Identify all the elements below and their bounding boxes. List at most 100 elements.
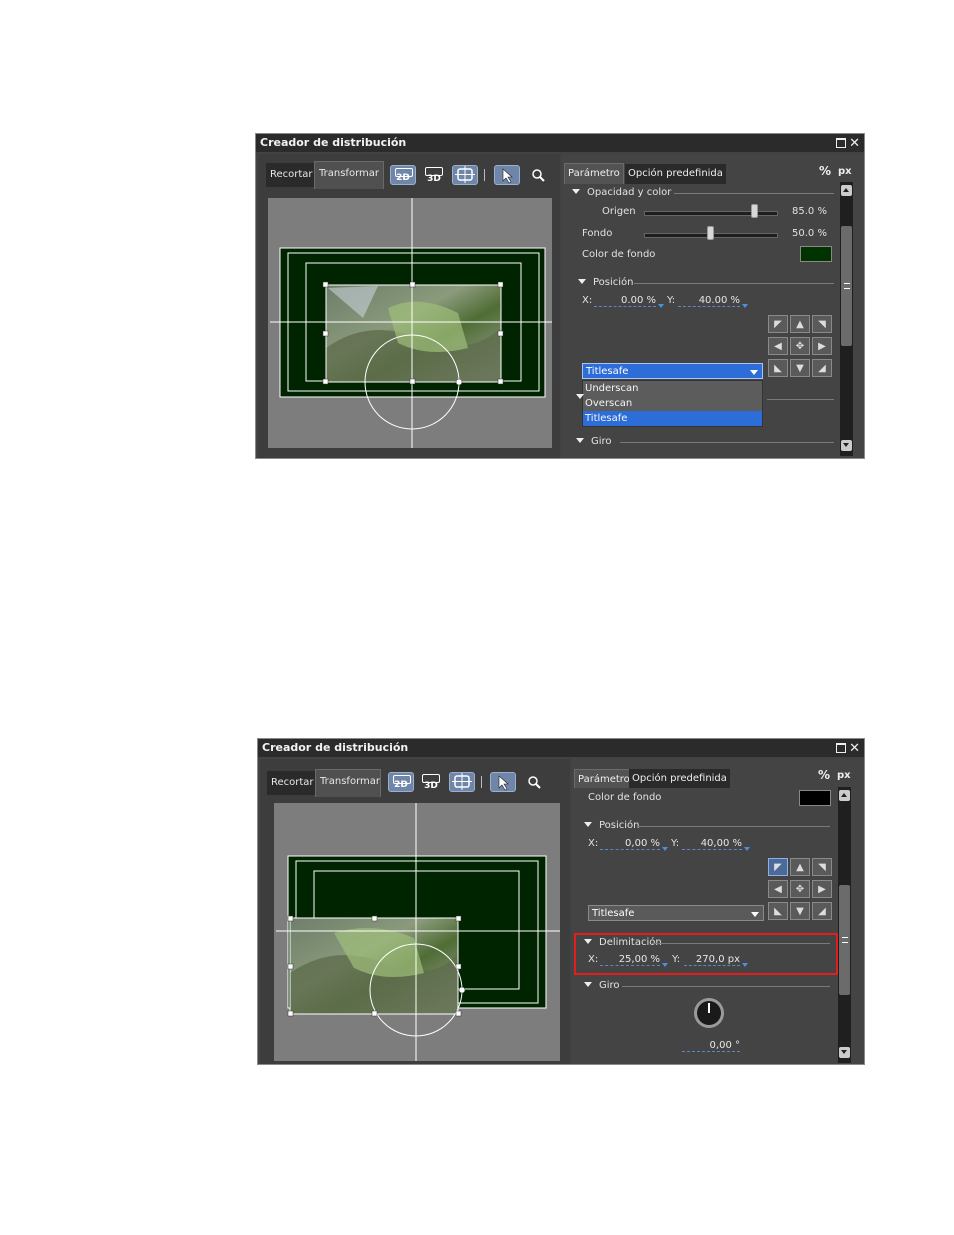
tab-opcion-predefinida[interactable]: Opción predefinida bbox=[625, 164, 726, 184]
preview-canvas[interactable] bbox=[268, 198, 552, 448]
anchor-bottom-icon[interactable]: ▼ bbox=[790, 359, 810, 377]
section-header-posicion[interactable]: Posición bbox=[578, 277, 634, 288]
anchor-top-left-icon[interactable]: ◤ bbox=[768, 315, 788, 333]
window-title: Creador de distribución bbox=[260, 136, 407, 149]
anchor-bottom-left-icon[interactable]: ◣ bbox=[768, 902, 788, 920]
unit-px-toggle[interactable]: px bbox=[837, 770, 851, 781]
fit-frame-button[interactable] bbox=[449, 772, 475, 792]
anchor-top-right-icon[interactable]: ◥ bbox=[812, 858, 832, 876]
scrollbar-thumb[interactable] bbox=[841, 226, 852, 346]
dropdown-option-titlesafe[interactable]: Titlesafe bbox=[583, 411, 762, 426]
preview-canvas[interactable] bbox=[274, 803, 560, 1061]
mode-3d-button[interactable]: 3D bbox=[421, 165, 447, 185]
tab-recortar[interactable]: Recortar bbox=[267, 771, 315, 795]
maximize-icon[interactable] bbox=[836, 743, 847, 753]
anchor-center-icon[interactable]: ✥ bbox=[790, 337, 810, 355]
mode-2d-button[interactable]: 2D bbox=[388, 772, 414, 792]
giro-value-field[interactable]: 0,00 ° bbox=[682, 1040, 740, 1052]
anchor-right-icon[interactable]: ▶ bbox=[812, 337, 832, 355]
fondo-slider-thumb[interactable] bbox=[707, 226, 714, 240]
pos-y-field[interactable]: 40,00 % bbox=[682, 838, 750, 851]
collapse-icon bbox=[584, 822, 592, 827]
section-header-posicion[interactable]: Posición bbox=[584, 820, 640, 831]
collapse-icon bbox=[584, 982, 592, 987]
section-header-giro[interactable]: Giro bbox=[584, 980, 620, 991]
dropdown-option-underscan[interactable]: Underscan bbox=[583, 381, 762, 396]
zoom-button[interactable] bbox=[526, 165, 552, 185]
unit-px-toggle[interactable]: px bbox=[838, 166, 852, 177]
fit-frame-icon bbox=[452, 773, 472, 790]
anchor-top-right-icon[interactable]: ◥ bbox=[812, 315, 832, 333]
pointer-icon bbox=[502, 168, 513, 184]
anchor-bottom-left-icon[interactable]: ◣ bbox=[768, 359, 788, 377]
anchor-top-icon[interactable]: ▲ bbox=[790, 858, 810, 876]
bgcolor-label: Color de fondo bbox=[582, 249, 656, 260]
pos-x-field[interactable]: 0,00 % bbox=[600, 838, 668, 851]
fit-frame-icon bbox=[455, 166, 475, 183]
window-titlebar[interactable]: Creador de distribución ✕ bbox=[256, 134, 864, 152]
collapse-icon bbox=[576, 438, 584, 443]
scroll-down-icon[interactable] bbox=[841, 440, 852, 451]
anchor-bottom-right-icon[interactable]: ◢ bbox=[812, 359, 832, 377]
fondo-value[interactable]: 50.0 % bbox=[792, 228, 827, 239]
chevron-down-icon bbox=[751, 912, 759, 917]
close-icon[interactable]: ✕ bbox=[849, 742, 860, 755]
preview-graphic bbox=[270, 198, 552, 448]
zoom-icon bbox=[528, 776, 541, 789]
mode-2d-button[interactable]: 2D bbox=[390, 165, 416, 185]
origen-slider-thumb[interactable] bbox=[751, 204, 758, 218]
fit-frame-button[interactable] bbox=[452, 165, 478, 185]
scroll-up-icon[interactable] bbox=[839, 790, 850, 801]
section-divider bbox=[767, 399, 834, 400]
pointer-button[interactable] bbox=[494, 165, 520, 185]
pos-x-label: X: bbox=[588, 838, 599, 849]
anchor-top-icon[interactable]: ▲ bbox=[790, 315, 810, 333]
safe-area-dropdown[interactable]: Titlesafe bbox=[588, 905, 764, 921]
vertical-scrollbar[interactable] bbox=[840, 182, 853, 456]
toolbar-separator bbox=[484, 169, 485, 181]
anchor-bottom-icon[interactable]: ▼ bbox=[790, 902, 810, 920]
dropdown-option-overscan[interactable]: Overscan bbox=[583, 396, 762, 411]
close-icon[interactable]: ✕ bbox=[849, 137, 860, 150]
maximize-icon[interactable] bbox=[836, 138, 847, 148]
parameter-panel: Parámetro Opción predefinida % px Opacid… bbox=[562, 154, 864, 458]
tab-transformar[interactable]: Transformar bbox=[315, 769, 381, 797]
pointer-button[interactable] bbox=[490, 772, 516, 792]
scrollbar-thumb[interactable] bbox=[839, 885, 850, 995]
bgcolor-swatch[interactable] bbox=[800, 246, 832, 262]
mode-3d-button[interactable]: 3D bbox=[418, 772, 444, 792]
anchor-center-icon[interactable]: ✥ bbox=[790, 880, 810, 898]
anchor-left-icon[interactable]: ◀ bbox=[768, 337, 788, 355]
layout-creator-window-2: Creador de distribución ✕ Recortar Trans… bbox=[257, 738, 865, 1065]
tab-recortar[interactable]: Recortar bbox=[266, 163, 314, 187]
section-header-opacidad[interactable]: Opacidad y color bbox=[572, 187, 671, 198]
anchor-right-icon[interactable]: ▶ bbox=[812, 880, 832, 898]
tab-opcion-predefinida[interactable]: Opción predefinida bbox=[629, 769, 730, 788]
anchor-bottom-right-icon[interactable]: ◢ bbox=[812, 902, 832, 920]
preview-panel: Recortar Transformar 2D 3D bbox=[260, 759, 570, 1064]
tab-parametro[interactable]: Parámetro bbox=[564, 163, 624, 184]
bgcolor-swatch[interactable] bbox=[799, 790, 831, 806]
rotation-knob[interactable] bbox=[692, 996, 726, 1030]
section-header-giro[interactable]: Giro bbox=[576, 436, 612, 447]
origen-value[interactable]: 85.0 % bbox=[792, 206, 827, 217]
unit-percent-toggle[interactable]: % bbox=[819, 164, 831, 178]
section-header-hidden-arrow bbox=[576, 392, 591, 403]
anchor-left-icon[interactable]: ◀ bbox=[768, 880, 788, 898]
scroll-up-icon[interactable] bbox=[841, 185, 852, 196]
pos-y-label: Y: bbox=[667, 295, 676, 306]
section-divider bbox=[638, 826, 830, 827]
safe-area-dropdown[interactable]: Titlesafe bbox=[582, 363, 763, 379]
unit-percent-toggle[interactable]: % bbox=[818, 768, 830, 782]
anchor-top-left-icon[interactable]: ◤ bbox=[768, 858, 788, 876]
zoom-button[interactable] bbox=[522, 772, 548, 792]
tab-transformar[interactable]: Transformar bbox=[314, 161, 384, 189]
tab-parametro[interactable]: Parámetro bbox=[574, 769, 634, 788]
vertical-scrollbar[interactable] bbox=[838, 787, 851, 1063]
anchor-pad: ◤ ▲ ◥ ◀ ✥ ▶ ◣ ▼ ◢ bbox=[768, 858, 834, 924]
pointer-icon bbox=[498, 775, 509, 791]
pos-y-field[interactable]: 40.00 % bbox=[678, 295, 748, 308]
window-titlebar[interactable]: Creador de distribución ✕ bbox=[258, 739, 864, 757]
scroll-down-icon[interactable] bbox=[839, 1047, 850, 1058]
pos-x-field[interactable]: 0.00 % bbox=[594, 295, 664, 308]
